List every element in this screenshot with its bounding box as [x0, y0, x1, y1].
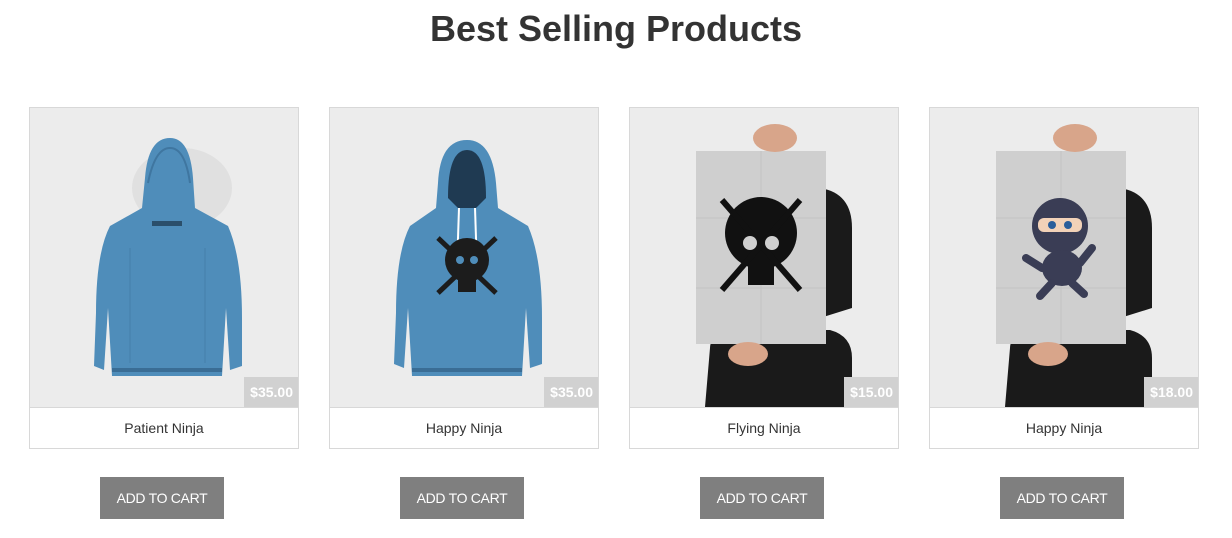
add-to-cart-button[interactable]: ADD TO CART: [700, 477, 824, 519]
product-name-link[interactable]: Happy Ninja: [329, 407, 599, 449]
hoodie-back-icon: [94, 138, 242, 376]
product-card: $35.00 Patient Ninja: [29, 107, 299, 449]
hoodie-front-skull-icon: [394, 140, 542, 376]
product-name: Flying Ninja: [727, 420, 801, 436]
product-card: $15.00 Flying Ninja: [629, 107, 899, 449]
price-badge: $15.00: [844, 377, 898, 407]
product-image-link[interactable]: $18.00: [929, 107, 1199, 407]
product-name: Patient Ninja: [124, 420, 204, 436]
product-name-link[interactable]: Patient Ninja: [29, 407, 299, 449]
price-badge: $35.00: [244, 377, 298, 407]
product-name-link[interactable]: Flying Ninja: [629, 407, 899, 449]
product-card: $18.00 Happy Ninja: [929, 107, 1199, 449]
section-title: Best Selling Products: [429, 8, 803, 49]
product-image-link[interactable]: $15.00: [629, 107, 899, 407]
product-name: Happy Ninja: [1025, 420, 1103, 436]
add-to-cart-button[interactable]: ADD TO CART: [400, 477, 524, 519]
product-image-link[interactable]: $35.00: [329, 107, 599, 407]
price-badge: $18.00: [1144, 377, 1198, 407]
price-badge: $35.00: [544, 377, 598, 407]
poster-ninja-icon: [996, 124, 1152, 407]
add-to-cart-button[interactable]: ADD TO CART: [1000, 477, 1124, 519]
product-name: Happy Ninja: [425, 420, 503, 436]
product-name-link[interactable]: Happy Ninja: [929, 407, 1199, 449]
poster-skull-icon: [696, 124, 852, 407]
add-to-cart-button[interactable]: ADD TO CART: [100, 477, 224, 519]
product-card: $35.00 Happy Ninja: [329, 107, 599, 449]
product-image-link[interactable]: $35.00: [29, 107, 299, 407]
